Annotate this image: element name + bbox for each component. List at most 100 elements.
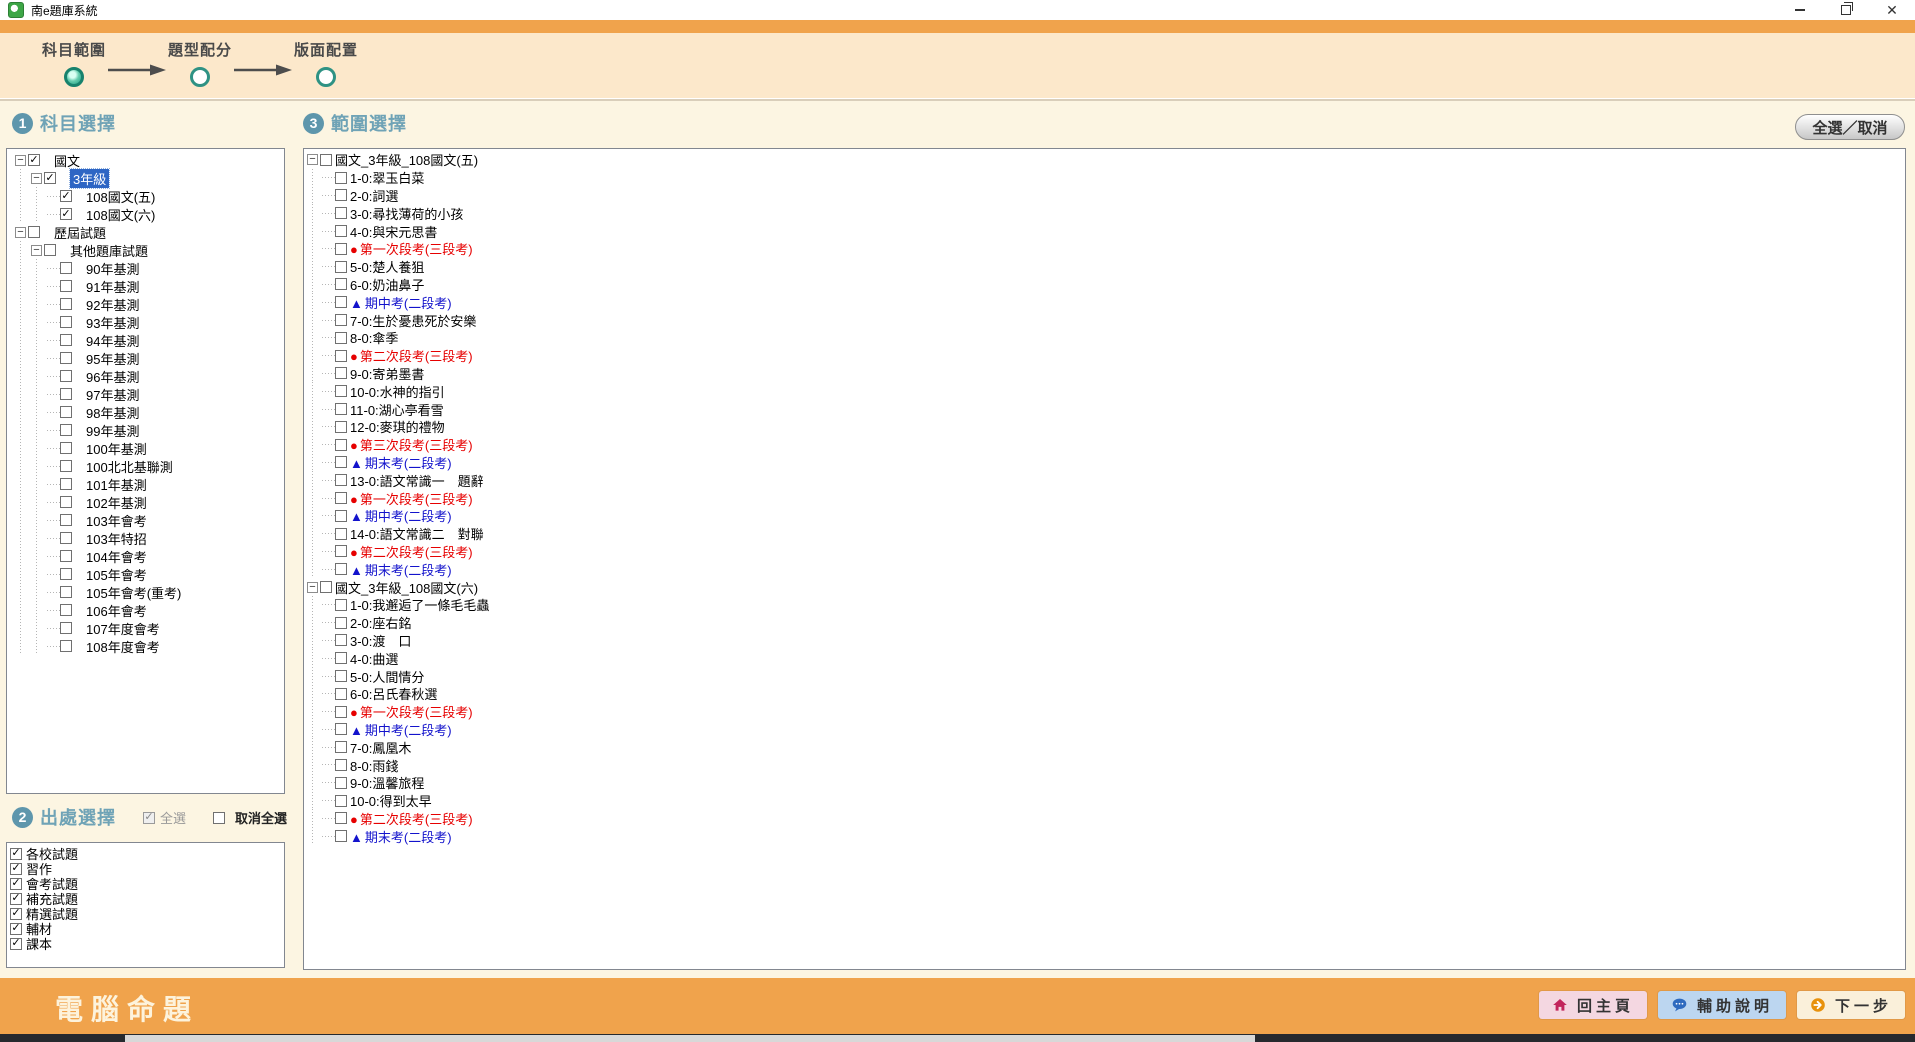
tree-checkbox[interactable] bbox=[28, 226, 40, 238]
tree-row[interactable]: 105年會考(重考) bbox=[15, 583, 284, 601]
deselect-all-checkbox[interactable] bbox=[213, 812, 225, 824]
source-checkbox[interactable]: ✓ bbox=[10, 908, 22, 920]
tree-label[interactable]: 95年基測 bbox=[86, 349, 139, 368]
tree-label[interactable]: 105年會考 bbox=[86, 565, 147, 584]
tree-expander-icon[interactable]: − bbox=[31, 245, 42, 256]
tree-row[interactable]: 104年會考 bbox=[15, 547, 284, 565]
tree-row[interactable]: 96年基測 bbox=[15, 367, 284, 385]
tree-label[interactable]: 100年基測 bbox=[86, 439, 147, 458]
tree-row[interactable]: 103年特招 bbox=[15, 529, 284, 547]
tree-label[interactable]: 11-0:湖心亭看雪 bbox=[350, 400, 444, 419]
tree-checkbox[interactable] bbox=[335, 278, 347, 290]
tree-checkbox[interactable] bbox=[60, 460, 72, 472]
tree-checkbox[interactable] bbox=[335, 670, 347, 682]
tree-label[interactable]: ▲期中考(二段考) bbox=[350, 506, 452, 525]
tree-row[interactable]: 93年基測 bbox=[15, 313, 284, 331]
tree-label[interactable]: 5-0:人間情分 bbox=[350, 667, 424, 686]
tree-checkbox[interactable] bbox=[60, 532, 72, 544]
tree-expander-icon[interactable]: − bbox=[15, 227, 26, 238]
restore-icon[interactable] bbox=[1823, 0, 1869, 20]
tree-checkbox[interactable] bbox=[60, 352, 72, 364]
tree-checkbox[interactable] bbox=[335, 421, 347, 433]
tree-label[interactable]: 108年度會考 bbox=[86, 637, 160, 656]
close-icon[interactable]: ✕ bbox=[1869, 0, 1915, 20]
tree-row[interactable]: 3-0:尋找薄荷的小孩 bbox=[307, 204, 1905, 222]
tree-label[interactable]: ▲期末考(二段考) bbox=[350, 560, 452, 579]
tree-checkbox[interactable] bbox=[60, 388, 72, 400]
tree-label[interactable]: 10-0:得到太早 bbox=[350, 791, 432, 810]
tree-row[interactable]: ▲期末考(二段考) bbox=[307, 560, 1905, 578]
tree-row[interactable]: 94年基測 bbox=[15, 331, 284, 349]
taskbar-open-app[interactable] bbox=[125, 1035, 1255, 1042]
tree-row[interactable]: 99年基測 bbox=[15, 421, 284, 439]
tree-row[interactable]: 107年度會考 bbox=[15, 619, 284, 637]
tree-row[interactable]: 10-0:得到太早 bbox=[307, 792, 1905, 810]
tree-row[interactable]: 6-0:呂氏春秋選 bbox=[307, 685, 1905, 703]
tree-checkbox[interactable] bbox=[60, 424, 72, 436]
tree-checkbox[interactable] bbox=[335, 759, 347, 771]
tree-label[interactable]: 8-0:雨錢 bbox=[350, 756, 398, 775]
tree-label[interactable]: ●第一次段考(三段考) bbox=[350, 239, 473, 258]
tree-checkbox[interactable] bbox=[60, 478, 72, 490]
tree-label[interactable]: ●第二次段考(三段考) bbox=[350, 346, 473, 365]
tree-label[interactable]: 92年基測 bbox=[86, 295, 139, 314]
tree-label[interactable]: 107年度會考 bbox=[86, 619, 160, 638]
tree-row[interactable]: −✓國文 bbox=[15, 151, 284, 169]
tree-label[interactable]: 105年會考(重考) bbox=[86, 583, 181, 602]
tree-label[interactable]: 國文 bbox=[54, 151, 80, 170]
tree-label[interactable]: 108國文(六) bbox=[86, 205, 155, 224]
tree-label[interactable]: 9-0:溫馨旅程 bbox=[350, 773, 424, 792]
tree-label[interactable]: 101年基測 bbox=[86, 475, 147, 494]
tree-row[interactable]: 101年基測 bbox=[15, 475, 284, 493]
tree-checkbox[interactable] bbox=[60, 370, 72, 382]
tree-checkbox[interactable] bbox=[335, 492, 347, 504]
tree-row[interactable]: ▲期末考(二段考) bbox=[307, 827, 1905, 845]
tree-row[interactable]: 90年基測 bbox=[15, 259, 284, 277]
select-all-label[interactable]: 全選 bbox=[160, 808, 186, 827]
tree-checkbox[interactable] bbox=[60, 604, 72, 616]
tree-row[interactable]: −歷屆試題 bbox=[15, 223, 284, 241]
tree-checkbox[interactable] bbox=[335, 617, 347, 629]
tree-label[interactable]: 98年基測 bbox=[86, 403, 139, 422]
tree-label[interactable]: 6-0:奶油鼻子 bbox=[350, 275, 424, 294]
tree-row[interactable]: −其他題庫試題 bbox=[15, 241, 284, 259]
tree-checkbox[interactable] bbox=[335, 830, 347, 842]
tree-checkbox[interactable] bbox=[335, 474, 347, 486]
tree-checkbox[interactable] bbox=[60, 640, 72, 652]
tree-label[interactable]: 3-0:渡 口 bbox=[350, 631, 411, 650]
tree-checkbox[interactable] bbox=[335, 296, 347, 308]
tree-label[interactable]: ●第一次段考(三段考) bbox=[350, 702, 473, 721]
tree-checkbox[interactable] bbox=[335, 385, 347, 397]
tree-checkbox[interactable] bbox=[335, 723, 347, 735]
tree-label[interactable]: 96年基測 bbox=[86, 367, 139, 386]
tree-checkbox[interactable] bbox=[335, 741, 347, 753]
tree-label[interactable]: 1-0:翠玉白菜 bbox=[350, 168, 424, 187]
tree-checkbox[interactable]: ✓ bbox=[44, 172, 56, 184]
tree-row[interactable]: 92年基測 bbox=[15, 295, 284, 313]
tree-row[interactable]: 4-0:曲選 bbox=[307, 649, 1905, 667]
tree-checkbox[interactable] bbox=[335, 350, 347, 362]
tree-row[interactable]: 10-0:水神的指引 bbox=[307, 382, 1905, 400]
tree-label[interactable]: 13-0:語文常識一 題辭 bbox=[350, 471, 484, 490]
tree-label[interactable]: 9-0:寄弟墨書 bbox=[350, 364, 424, 383]
tree-checkbox[interactable] bbox=[335, 403, 347, 415]
tree-row[interactable]: ●第三次段考(三段考) bbox=[307, 436, 1905, 454]
tree-label[interactable]: 7-0:鳳凰木 bbox=[350, 738, 411, 757]
tree-label[interactable]: 4-0:與宋元思書 bbox=[350, 222, 437, 241]
step-item[interactable]: 版面配置 bbox=[294, 39, 358, 87]
tree-label[interactable]: 2-0:座右銘 bbox=[350, 613, 411, 632]
tree-checkbox[interactable] bbox=[335, 706, 347, 718]
tree-checkbox[interactable] bbox=[60, 406, 72, 418]
tree-row[interactable]: 98年基測 bbox=[15, 403, 284, 421]
tree-label[interactable]: 8-0:傘季 bbox=[350, 328, 398, 347]
tree-row[interactable]: 106年會考 bbox=[15, 601, 284, 619]
tree-row[interactable]: 102年基測 bbox=[15, 493, 284, 511]
tree-label[interactable]: 100北北基聯測 bbox=[86, 457, 173, 476]
tree-row[interactable]: 14-0:語文常識二 對聯 bbox=[307, 525, 1905, 543]
source-checkbox[interactable]: ✓ bbox=[10, 878, 22, 890]
step-item[interactable]: 題型配分 bbox=[168, 39, 232, 87]
tree-checkbox[interactable] bbox=[335, 652, 347, 664]
taskbar-strip[interactable] bbox=[0, 1034, 1915, 1042]
tree-row[interactable]: 7-0:生於憂患死於安樂 bbox=[307, 311, 1905, 329]
tree-label[interactable]: 91年基測 bbox=[86, 277, 139, 296]
